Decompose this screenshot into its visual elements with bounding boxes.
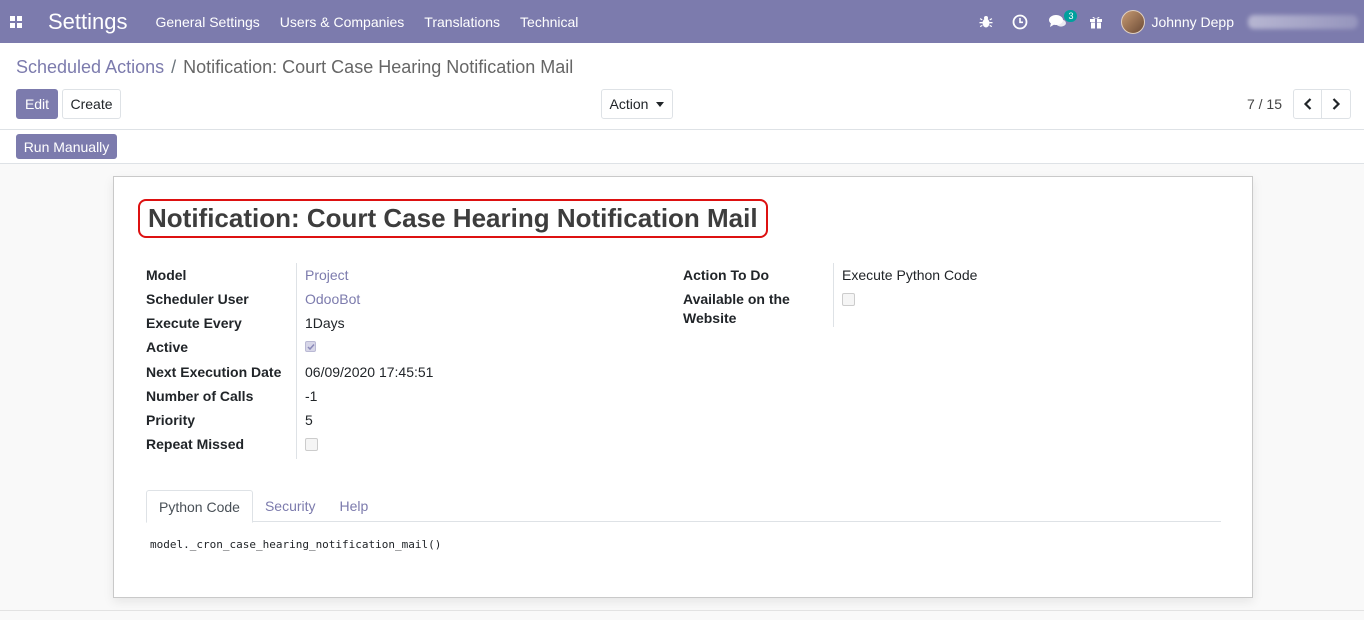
messages-badge: 3 bbox=[1064, 10, 1078, 22]
record-title[interactable]: Notification: Court Case Hearing Notific… bbox=[138, 199, 768, 238]
next-execution-date-label: Next Execution Date bbox=[146, 364, 282, 380]
user-name: Johnny Depp bbox=[1151, 13, 1234, 30]
tab-help[interactable]: Help bbox=[328, 490, 381, 522]
repeat-missed-checkbox[interactable] bbox=[305, 438, 318, 451]
repeat-missed-label: Repeat Missed bbox=[146, 436, 245, 452]
action-dropdown-button[interactable]: Action bbox=[601, 89, 673, 119]
tab-security[interactable]: Security bbox=[253, 490, 328, 522]
caret-down-icon bbox=[656, 101, 665, 107]
number-of-calls-label: Number of Calls bbox=[146, 388, 254, 404]
active-checkbox[interactable] bbox=[305, 341, 316, 352]
breadcrumb-separator: / bbox=[171, 57, 177, 77]
scheduler-user-value-link[interactable]: OdooBot bbox=[305, 291, 360, 307]
priority-label: Priority bbox=[146, 412, 196, 428]
chevron-left-icon bbox=[1303, 98, 1311, 110]
checkmark-icon bbox=[306, 343, 315, 350]
notebook-tabs: Python Code Security Help bbox=[146, 490, 1221, 523]
available-on-website-label-line1: Available on the bbox=[683, 291, 790, 307]
page-bottom-divider bbox=[0, 610, 1364, 611]
model-value-link[interactable]: Project bbox=[305, 267, 349, 283]
breadcrumb: Scheduled Actions / Notification: Court … bbox=[16, 57, 573, 78]
scheduler-user-label: Scheduler User bbox=[146, 291, 249, 307]
user-menu[interactable]: Johnny Depp bbox=[1121, 9, 1234, 34]
next-execution-date-value: 06/09/2020 17:45:51 bbox=[305, 364, 434, 380]
app-title[interactable]: Settings bbox=[48, 9, 128, 35]
run-manually-button[interactable]: Run Manually bbox=[16, 134, 117, 159]
python-code-editor[interactable]: model._cron_case_hearing_notification_ma… bbox=[150, 538, 441, 551]
apps-menu-icon[interactable] bbox=[0, 0, 32, 43]
control-panel: Scheduled Actions / Notification: Court … bbox=[0, 43, 1364, 130]
messages-comments-icon[interactable]: 3 bbox=[1037, 0, 1079, 43]
create-button[interactable]: Create bbox=[62, 89, 121, 119]
available-on-website-label-line2: Website bbox=[683, 310, 737, 326]
breadcrumb-current: Notification: Court Case Hearing Notific… bbox=[183, 57, 574, 77]
gift-icon[interactable] bbox=[1079, 0, 1113, 43]
debug-bug-icon[interactable] bbox=[969, 0, 1003, 43]
execute-every-label: Execute Every bbox=[146, 315, 242, 331]
model-label: Model bbox=[146, 267, 187, 283]
execute-every-value: 1Days bbox=[305, 315, 345, 331]
action-label: Action bbox=[609, 96, 649, 112]
pager-next-button[interactable] bbox=[1322, 89, 1351, 119]
number-of-calls-value: -1 bbox=[305, 388, 318, 404]
menu-translations[interactable]: Translations bbox=[424, 14, 500, 30]
menu-general-settings[interactable]: General Settings bbox=[156, 14, 260, 30]
blurred-database-name bbox=[1248, 14, 1358, 29]
edit-button[interactable]: Edit bbox=[16, 89, 58, 119]
pager-previous-button[interactable] bbox=[1293, 89, 1322, 119]
action-to-do-label: Action To Do bbox=[683, 267, 770, 283]
right-group-divider bbox=[833, 263, 834, 327]
chevron-right-icon bbox=[1332, 98, 1341, 110]
pager-value[interactable]: 7 / 15 bbox=[1247, 96, 1282, 112]
priority-value: 5 bbox=[305, 412, 313, 428]
available-on-website-checkbox[interactable] bbox=[842, 293, 855, 306]
activity-clock-icon[interactable] bbox=[1003, 0, 1037, 43]
form-sheet: Notification: Court Case Hearing Notific… bbox=[113, 176, 1253, 598]
top-navbar: Settings General Settings Users & Compan… bbox=[0, 0, 1364, 43]
menu-users-companies[interactable]: Users & Companies bbox=[280, 14, 405, 30]
action-to-do-value: Execute Python Code bbox=[842, 267, 978, 283]
menu-technical[interactable]: Technical bbox=[520, 14, 578, 30]
user-avatar bbox=[1121, 9, 1146, 34]
active-label: Active bbox=[146, 339, 189, 355]
breadcrumb-scheduled-actions[interactable]: Scheduled Actions bbox=[16, 57, 164, 78]
form-statusbar: Run Manually bbox=[0, 130, 1364, 164]
left-group-divider bbox=[296, 263, 297, 459]
tab-python-code[interactable]: Python Code bbox=[146, 490, 253, 523]
